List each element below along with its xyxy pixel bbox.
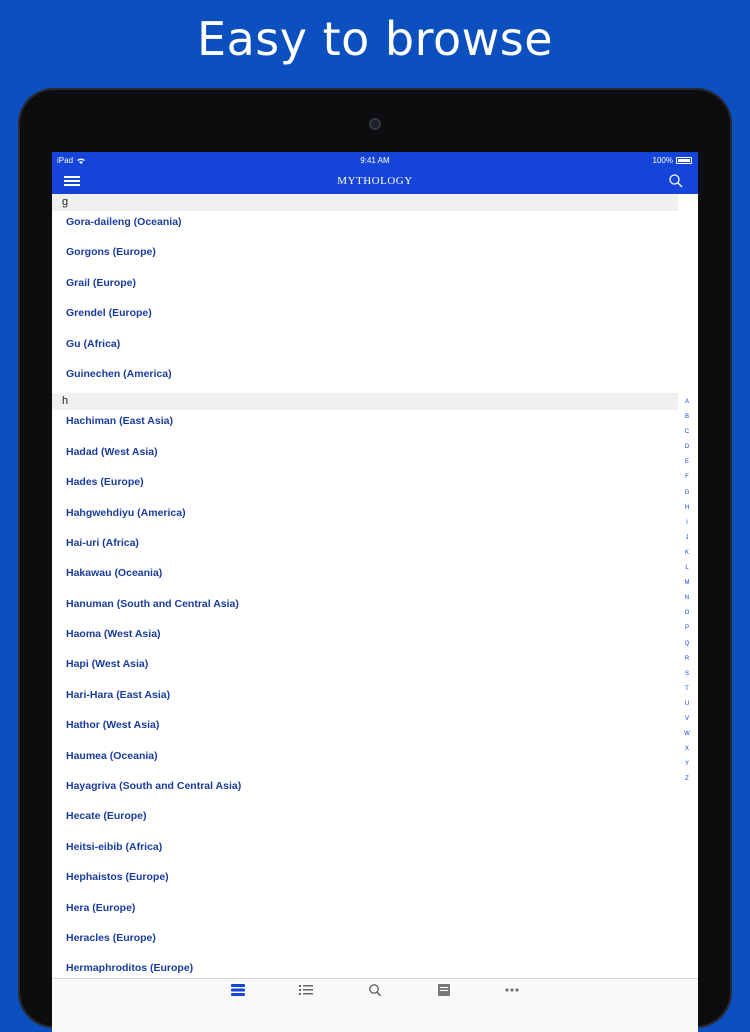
index-letter[interactable]: O — [685, 606, 690, 621]
index-letter[interactable]: R — [685, 652, 689, 667]
list-item[interactable]: Hapi (West Asia) — [52, 653, 678, 683]
list-item[interactable]: Grendel (Europe) — [52, 302, 678, 332]
list-item[interactable]: Guinechen (America) — [52, 363, 678, 393]
index-letter[interactable]: W — [684, 727, 690, 742]
list-item[interactable]: Gorgons (Europe) — [52, 241, 678, 271]
index-letter[interactable]: Z — [685, 772, 689, 787]
index-letter[interactable]: Y — [685, 757, 689, 772]
list-item[interactable]: Hades (Europe) — [52, 471, 678, 501]
list-item[interactable]: Hathor (West Asia) — [52, 714, 678, 744]
index-letter[interactable]: P — [685, 621, 689, 636]
index-letter[interactable]: D — [685, 440, 689, 455]
battery-icon — [676, 157, 692, 164]
list-item[interactable]: Grail (Europe) — [52, 272, 678, 302]
index-letter[interactable]: Q — [685, 637, 690, 652]
list-item[interactable]: Gora-daileng (Oceania) — [52, 211, 678, 241]
list-item[interactable]: Hai-uri (Africa) — [52, 532, 678, 562]
list-item[interactable]: Haumea (Oceania) — [52, 745, 678, 775]
index-letter[interactable]: E — [685, 455, 689, 470]
search-icon[interactable] — [668, 173, 684, 189]
index-letter[interactable]: L — [685, 561, 688, 576]
tab-bar — [52, 978, 698, 1032]
index-letter[interactable]: B — [685, 410, 689, 425]
list-item[interactable]: Hakawau (Oceania) — [52, 562, 678, 592]
index-letter[interactable]: C — [685, 425, 689, 440]
index-letter[interactable]: S — [685, 667, 689, 682]
search-icon[interactable] — [365, 983, 385, 997]
list-item[interactable]: Heracles (Europe) — [52, 927, 678, 957]
list-item[interactable]: Heitsi-eibib (Africa) — [52, 836, 678, 866]
index-letter[interactable]: H — [685, 501, 689, 516]
banner-title: Easy to browse — [197, 12, 553, 66]
list-item[interactable]: Gu (Africa) — [52, 333, 678, 363]
index-letter[interactable]: J — [686, 531, 689, 546]
index-letter[interactable]: K — [685, 546, 689, 561]
index-letter[interactable]: V — [685, 712, 689, 727]
index-letter[interactable]: I — [686, 516, 688, 531]
section-header: g — [52, 194, 678, 211]
alphabet-index[interactable]: ABCDEFGHIJKLMNOPQRSTUVWXYZ — [680, 395, 694, 787]
battery-percent: 100% — [652, 156, 673, 165]
index-letter[interactable]: U — [685, 697, 689, 712]
page-title: MYTHOLOGY — [337, 175, 413, 187]
list-item[interactable]: Hari-Hara (East Asia) — [52, 684, 678, 714]
index-letter[interactable]: N — [685, 591, 689, 606]
notes-icon[interactable] — [434, 983, 454, 997]
ipad-device-frame: iPad 9:41 AM 100% MYTHOLOGY g Gora-daile… — [18, 88, 732, 1032]
list-item[interactable]: Hera (Europe) — [52, 897, 678, 927]
index-letter[interactable]: A — [685, 395, 689, 410]
index-letter[interactable]: T — [685, 682, 689, 697]
list-item[interactable]: Hayagriva (South and Central Asia) — [52, 775, 678, 805]
status-bar: iPad 9:41 AM 100% — [52, 152, 698, 169]
status-battery: 100% — [653, 152, 692, 169]
list-item[interactable]: Hephaistos (Europe) — [52, 866, 678, 896]
index-letter[interactable]: F — [685, 470, 689, 485]
list-item[interactable]: Hadad (West Asia) — [52, 441, 678, 471]
list-icon[interactable] — [296, 983, 316, 997]
list-item[interactable]: Hanuman (South and Central Asia) — [52, 593, 678, 623]
more-icon[interactable] — [502, 983, 522, 997]
camera-icon — [369, 118, 381, 130]
section-header: h — [52, 393, 678, 411]
status-time: 9:41 AM — [360, 156, 390, 165]
list-item[interactable]: Haoma (West Asia) — [52, 623, 678, 653]
entry-list[interactable]: g Gora-daileng (Oceania) Gorgons (Europe) G… — [52, 194, 678, 988]
list-item[interactable]: Hecate (Europe) — [52, 805, 678, 835]
navigation-bar: MYTHOLOGY — [52, 169, 698, 194]
index-letter[interactable]: X — [685, 742, 689, 757]
list-item[interactable]: Hachiman (East Asia) — [52, 410, 678, 440]
stack-icon[interactable] — [228, 983, 248, 997]
index-letter[interactable]: G — [685, 486, 690, 501]
index-letter[interactable]: M — [685, 576, 690, 591]
list-item[interactable]: Hahgwehdiyu (America) — [52, 502, 678, 532]
app-screen: iPad 9:41 AM 100% MYTHOLOGY g Gora-daile… — [52, 152, 698, 1032]
